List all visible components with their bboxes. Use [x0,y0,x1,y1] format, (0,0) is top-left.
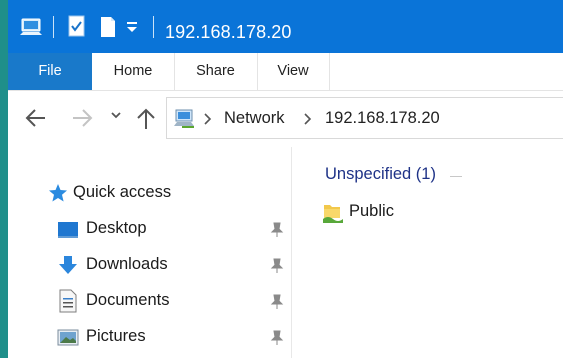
ribbon: File Home Share View [8,53,563,91]
sidebar-item-label: Downloads [86,255,168,273]
customize-chevron-icon[interactable] [125,18,139,41]
picture-icon [57,328,79,353]
arrow-up-icon [137,108,155,129]
group-divider [450,176,462,177]
document-icon [59,289,77,318]
arrow-right-icon [73,109,93,127]
sidebar-item-pictures[interactable]: Pictures [8,321,291,355]
list-item-public[interactable]: Public [322,200,442,226]
separator [53,16,54,38]
chevron-down-icon [111,112,121,119]
up-button[interactable] [136,105,156,136]
pin-icon[interactable] [270,222,284,243]
group-header[interactable]: Unspecified (1) [325,165,436,184]
explorer-window: 192.168.178.20 File Home Share View Netw… [8,0,563,358]
arrow-left-icon [25,109,45,127]
sidebar-item-label: Desktop [86,219,147,237]
desktop-icon [57,220,79,245]
tab-view[interactable]: View [257,53,330,90]
pin-icon[interactable] [270,258,284,279]
sidebar-item-downloads[interactable]: Downloads [8,249,291,283]
breadcrumb-separator-icon[interactable] [203,111,213,132]
breadcrumb-separator-icon[interactable] [303,111,313,132]
properties-icon[interactable] [65,14,89,45]
tab-file[interactable]: File [8,53,92,90]
sidebar-item-label: Pictures [86,327,146,345]
breadcrumb-network[interactable]: Network [224,109,285,128]
title-bar: 192.168.178.20 [8,0,563,53]
breadcrumb-host[interactable]: 192.168.178.20 [325,109,440,128]
download-icon [57,254,79,281]
window-title: 192.168.178.20 [165,22,292,42]
network-computer-icon [173,107,197,134]
sidebar-item-quick-access[interactable]: Quick access [8,177,291,211]
back-button[interactable] [24,105,48,136]
sidebar-item-desktop[interactable]: Desktop [8,213,291,247]
item-label: Public [349,202,394,220]
pane-splitter[interactable] [291,147,292,358]
tab-share[interactable]: Share [174,53,258,90]
pin-icon[interactable] [270,330,284,351]
tab-home[interactable]: Home [92,53,175,90]
address-bar[interactable]: Network 192.168.178.20 [166,97,563,139]
separator [153,16,154,38]
recent-locations-button[interactable] [109,109,123,128]
sidebar-item-documents[interactable]: Documents [8,285,291,319]
pin-icon[interactable] [270,294,284,315]
star-icon [48,183,68,208]
forward-button[interactable] [70,105,94,136]
shared-folder-icon [322,200,344,229]
navigation-bar: Network 192.168.178.20 [8,91,563,147]
computer-icon[interactable] [19,14,45,45]
sidebar-item-label: Quick access [73,183,172,201]
new-folder-icon[interactable] [97,14,119,45]
sidebar-item-label: Documents [86,291,170,309]
